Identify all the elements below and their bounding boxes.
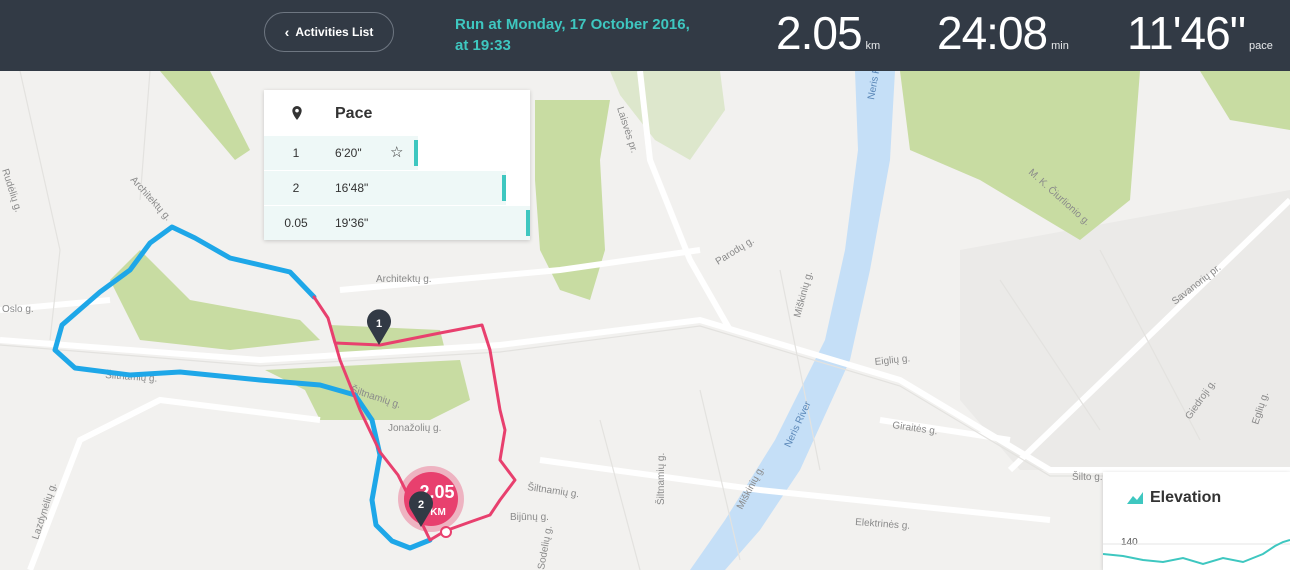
pace-split-km: 1	[292, 146, 300, 160]
distance-stat: 2.05 km	[776, 7, 881, 59]
pace-panel-title: Pace	[335, 105, 373, 122]
pace-panel: Pace 1 6'20" ☆ 2 16'48" 0.05 19'36"	[264, 90, 530, 240]
pace-stat: 11'46" pace	[1127, 7, 1273, 59]
star-icon: ☆	[390, 144, 404, 161]
duration-stat: 24:08 min	[937, 7, 1069, 59]
svg-text:1: 1	[376, 318, 382, 330]
pace-panel-header: Pace	[264, 90, 530, 136]
activities-list-label: Activities List	[295, 25, 374, 39]
svg-text:KM: KM	[430, 507, 446, 518]
svg-text:Architektų g.: Architektų g.	[376, 274, 432, 285]
activity-header: ‹ Activities List Run at Monday, 17 Octo…	[0, 0, 1290, 71]
svg-text:Šiltnamių g.: Šiltnamių g.	[654, 453, 667, 505]
svg-text:2: 2	[418, 499, 424, 511]
activity-title: Run at Monday, 17 October 2016, at 19:33	[455, 16, 690, 54]
pace-split-bar	[414, 140, 418, 166]
pace-split-km: 0.05	[284, 216, 308, 230]
pace-split-km: 2	[292, 181, 300, 195]
route-map[interactable]: Architektų g. Architektų g. Oslo g. Šilt…	[0, 71, 1290, 570]
pace-split-bar	[526, 210, 530, 236]
location-pin-icon	[292, 106, 302, 120]
pace-split-time: 6'20"	[335, 146, 362, 160]
elevation-chart	[1103, 539, 1290, 566]
chevron-left-icon: ‹	[284, 24, 290, 40]
pace-split-row[interactable]: 2 16'48"	[264, 171, 530, 205]
pace-split-time: 19'36"	[335, 216, 369, 230]
svg-text:Šilto g.: Šilto g.	[1072, 470, 1103, 483]
pace-split-row[interactable]: 1 6'20" ☆	[264, 136, 530, 170]
elevation-icon	[1127, 492, 1143, 504]
pace-split-time: 16'48"	[335, 181, 369, 195]
svg-text:Oslo g.: Oslo g.	[2, 304, 34, 315]
elevation-panel[interactable]: Elevation 140	[1103, 472, 1290, 570]
svg-text:Jonažolių g.: Jonažolių g.	[388, 423, 441, 434]
svg-text:Bijūnų g.: Bijūnų g.	[510, 512, 549, 523]
elevation-panel-title: Elevation	[1150, 489, 1222, 506]
activities-list-button[interactable]: ‹ Activities List	[264, 12, 394, 52]
pace-split-bar	[502, 175, 506, 201]
pace-split-row[interactable]: 0.05 19'36"	[264, 206, 530, 240]
